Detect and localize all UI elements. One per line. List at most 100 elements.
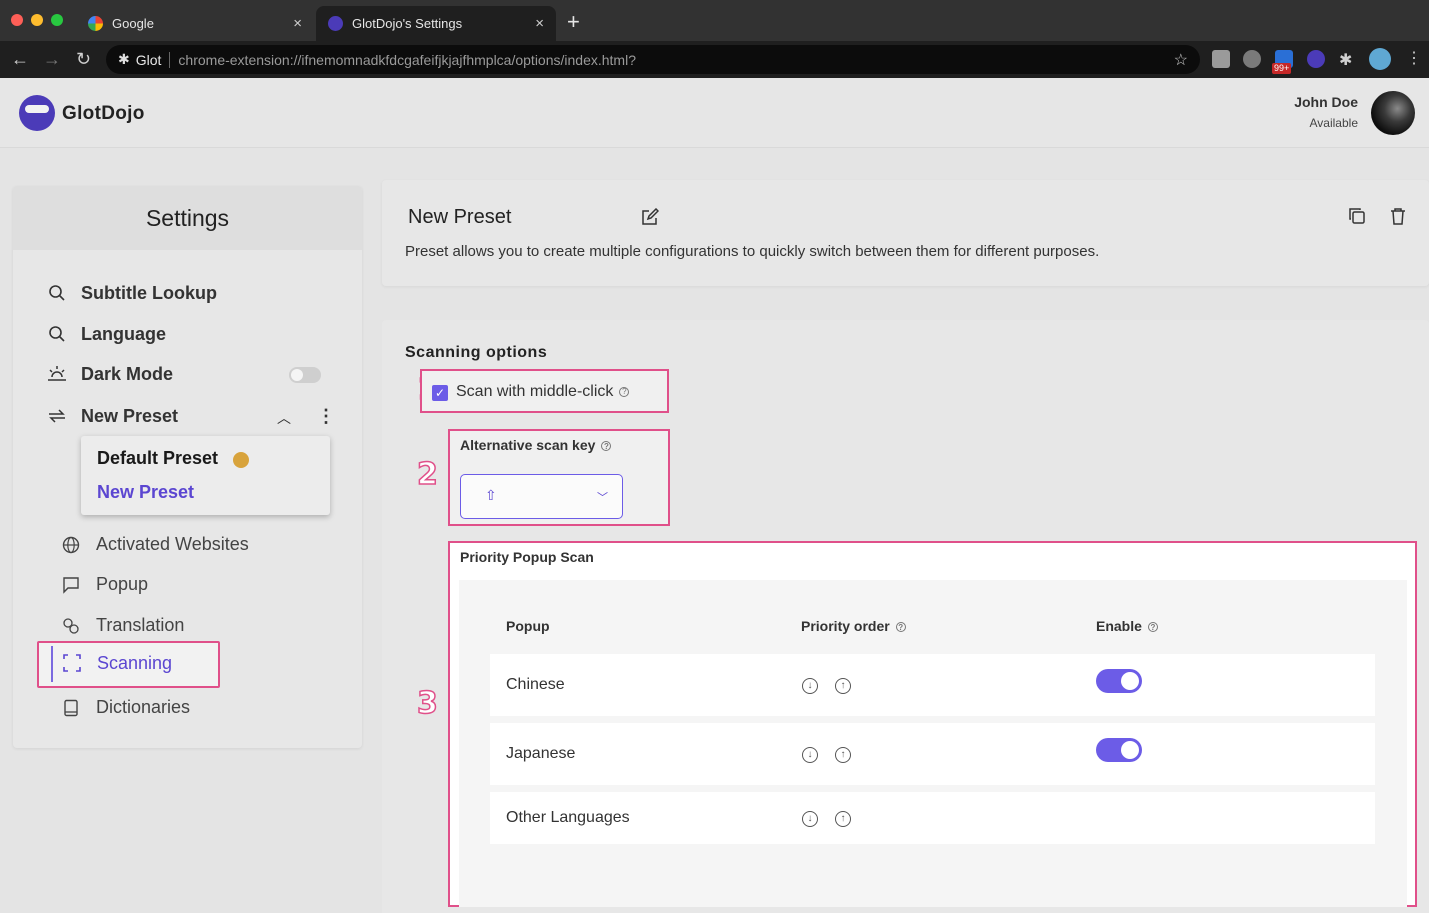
priority-popup-scan: Priority Popup Scan Popup Priority order… (448, 541, 1417, 907)
bookmark-star-icon[interactable]: ☆ (1174, 50, 1188, 70)
help-icon[interactable]: ? (1147, 622, 1158, 633)
avatar[interactable] (1371, 91, 1415, 135)
column-header-enable: Enable? (1096, 618, 1158, 634)
more-options-icon[interactable]: ⋮ (317, 406, 335, 427)
sidebar-item-new-preset[interactable]: New Preset (46, 405, 178, 427)
move-up-icon[interactable]: ↑ (835, 811, 851, 827)
enable-toggle[interactable] (1096, 738, 1142, 762)
sidebar-item-dark-mode[interactable]: Dark Mode (46, 363, 173, 385)
priority-table: Popup Priority order? Enable? Chinese ↓ … (459, 580, 1407, 907)
sidebar-item-label: Popup (96, 574, 149, 594)
alt-key-label: Alternative scan key? (460, 437, 612, 453)
help-icon[interactable]: ? (895, 622, 906, 633)
sidebar-item-label: Activated Websites (96, 534, 249, 554)
translate-icon (61, 616, 81, 636)
sunset-icon (46, 363, 68, 385)
book-icon (61, 698, 81, 718)
trash-icon[interactable] (1389, 207, 1407, 230)
extension-icon[interactable] (1243, 50, 1261, 68)
glotdojo-extension-icon[interactable] (1307, 50, 1325, 68)
move-down-icon[interactable]: ↓ (802, 678, 818, 694)
chevron-up-icon[interactable]: ︿ (277, 408, 291, 428)
help-icon[interactable]: ? (601, 441, 612, 452)
dark-mode-toggle[interactable] (289, 367, 321, 383)
glotdojo-icon (328, 16, 343, 31)
popup-name: Japanese (506, 745, 576, 762)
preset-card: New Preset Preset allows you to create m… (382, 180, 1429, 286)
copy-icon[interactable] (1348, 207, 1366, 230)
extensions-puzzle-icon[interactable]: ✱ (1339, 50, 1357, 69)
move-down-icon[interactable]: ↓ (802, 811, 818, 827)
minimize-window-button[interactable] (31, 14, 43, 26)
forward-icon[interactable]: → (43, 49, 61, 69)
glotdojo-logo-icon (19, 95, 55, 131)
close-window-button[interactable] (11, 14, 23, 26)
sidebar-item-scanning[interactable]: Scanning (37, 641, 220, 688)
preset-dropdown: Default Preset New Preset (81, 436, 330, 515)
user-status: Available (1309, 116, 1358, 130)
alternative-scan-key-option: Alternative scan key? ⇧ ﹀ (448, 429, 670, 526)
sidebar-item-label: Language (81, 323, 167, 344)
browser-tab-strip: Google × GlotDojo's Settings × + (0, 0, 1429, 41)
sidebar-item-label: New Preset (81, 405, 179, 426)
extension-puzzle-icon: ✱ (118, 51, 130, 67)
move-up-icon[interactable]: ↑ (835, 747, 851, 763)
column-header-priority: Priority order? (801, 618, 906, 634)
middle-click-label: Scan with middle-click? (456, 383, 630, 401)
back-icon[interactable]: ← (11, 49, 29, 69)
sidebar-item-popup[interactable]: Popup (61, 574, 148, 595)
edit-icon[interactable] (641, 207, 660, 231)
menu-icon[interactable]: ⋮ (1406, 49, 1422, 69)
middle-click-checkbox[interactable]: ✓ (432, 385, 448, 401)
tab-google[interactable]: Google × (76, 6, 314, 41)
sidebar-item-label: Dark Mode (81, 363, 174, 384)
sidebar-item-label: Subtitle Lookup (81, 282, 217, 303)
sidebar-item-translation[interactable]: Translation (61, 615, 184, 636)
maximize-window-button[interactable] (51, 14, 63, 26)
move-down-icon[interactable]: ↓ (802, 747, 818, 763)
address-bar[interactable]: ✱ Glot chrome-extension://ifnemomnadkfdc… (106, 45, 1200, 74)
new-tab-button[interactable]: + (567, 11, 580, 33)
brand-name: GlotDojo (62, 103, 145, 124)
globe-icon (61, 535, 81, 555)
sidebar-item-language[interactable]: Language (46, 323, 166, 345)
table-row: Japanese ↓ ↑ (490, 723, 1375, 785)
preset-option-default[interactable]: Default Preset (97, 448, 218, 469)
sidebar-item-label: Dictionaries (96, 697, 191, 717)
browser-toolbar: ← → ↻ ✱ Glot chrome-extension://ifnemomn… (0, 41, 1429, 78)
section-title: Scanning options (405, 344, 548, 361)
address-site-label: Glot (135, 51, 162, 68)
search-icon (46, 323, 68, 345)
briefcase-icon[interactable] (1212, 50, 1230, 68)
sidebar-item-subtitle-lookup[interactable]: Subtitle Lookup (46, 282, 217, 304)
column-header-popup: Popup (506, 618, 550, 634)
close-icon[interactable]: × (535, 15, 544, 32)
sidebar-item-label: Scanning (97, 653, 173, 673)
extension-badge: 99+ (1272, 63, 1292, 74)
sidebar-title: Settings (13, 186, 362, 250)
preset-title: New Preset (408, 206, 512, 228)
help-icon[interactable]: ? (619, 386, 630, 397)
shift-key-icon: ⇧ (485, 487, 497, 503)
reload-icon[interactable]: ↻ (76, 49, 91, 69)
settings-sidebar: Settings Subtitle Lookup Language Dark M… (13, 186, 362, 748)
alt-key-select[interactable]: ⇧ ﹀ (460, 474, 623, 519)
profile-icon[interactable] (1369, 48, 1391, 70)
address-divider (169, 51, 171, 68)
table-row: Other Languages ↓ ↑ (490, 792, 1375, 844)
scanning-options-card: Scanning options 1 2 3 ✓ Scan with middl… (382, 320, 1429, 913)
enable-toggle[interactable] (1096, 669, 1142, 693)
move-up-icon[interactable]: ↑ (835, 678, 851, 694)
chat-icon (61, 575, 81, 595)
sidebar-item-activated-websites[interactable]: Activated Websites (61, 534, 249, 555)
priority-label: Priority Popup Scan (460, 549, 594, 565)
preset-option-new[interactable]: New Preset (97, 482, 194, 503)
crown-icon (233, 452, 249, 468)
chevron-down-icon: ﹀ (597, 492, 608, 504)
popup-name: Other Languages (506, 809, 630, 826)
tab-glotdojo-settings[interactable]: GlotDojo's Settings × (316, 6, 556, 41)
sidebar-item-dictionaries[interactable]: Dictionaries (61, 697, 190, 718)
tab-label: GlotDojo's Settings (352, 16, 463, 31)
address-url: chrome-extension://ifnemomnadkfdcgafeifj… (178, 51, 636, 68)
close-icon[interactable]: × (293, 15, 302, 32)
